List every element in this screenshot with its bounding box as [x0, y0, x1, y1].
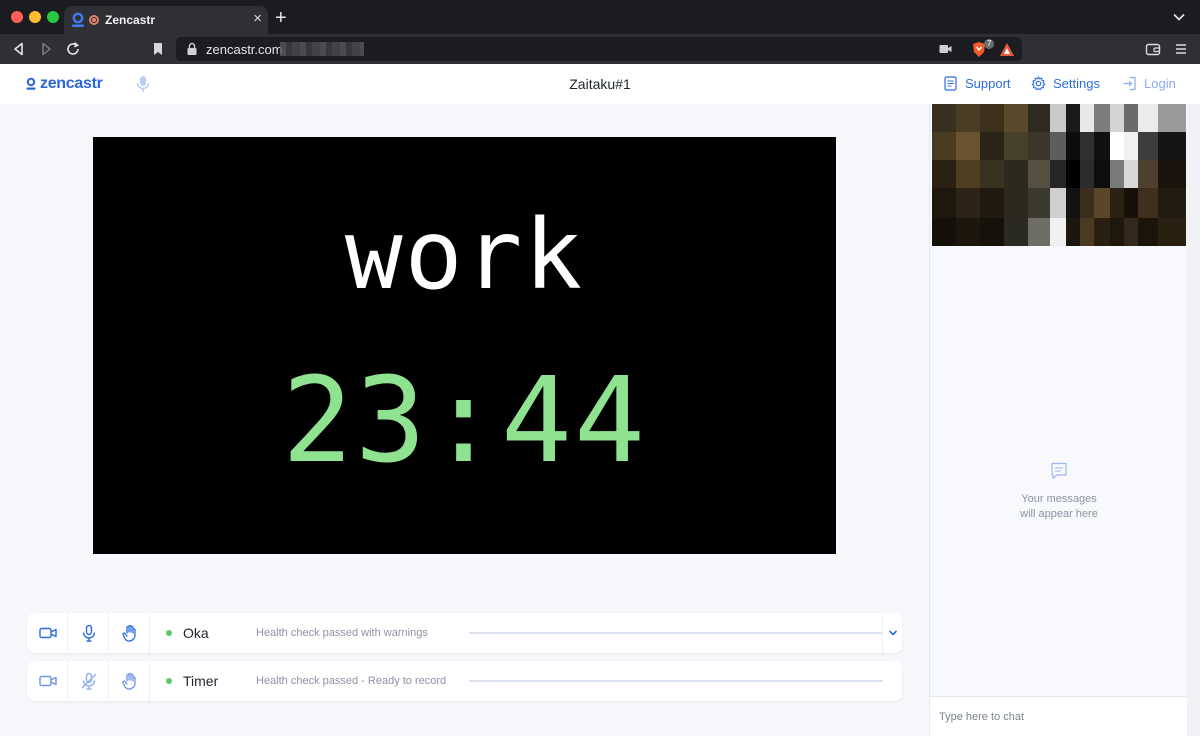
new-tab-button[interactable]: +: [275, 6, 287, 30]
reload-icon[interactable]: [65, 41, 81, 57]
timer-mode-text: work: [344, 199, 585, 311]
back-icon[interactable]: [11, 41, 27, 57]
login-link[interactable]: Login: [1122, 76, 1176, 91]
support-link[interactable]: Support: [943, 76, 1011, 91]
hand-icon: [122, 672, 136, 690]
hand-icon: [122, 624, 136, 642]
zencastr-favicon-icon: [72, 12, 84, 27]
main-video-feed: work 23:44: [93, 137, 836, 554]
participant-expand-button[interactable]: [882, 613, 902, 653]
video-camera-icon: [39, 675, 57, 687]
participant-row: Timer Health check passed - Ready to rec…: [27, 661, 902, 701]
audio-level-meter: [469, 680, 883, 682]
settings-label: Settings: [1053, 76, 1100, 91]
login-label: Login: [1144, 76, 1176, 91]
mic-toggle-button[interactable]: [68, 613, 109, 653]
health-check-status: Health check passed - Ready to record: [256, 675, 447, 687]
participant-row: Oka Health check passed with warnings: [27, 613, 902, 653]
recording-indicator-icon: [89, 15, 99, 25]
timer-countdown-text: 23:44: [281, 351, 648, 489]
participant-camera-thumbnail: [932, 104, 1186, 246]
settings-link[interactable]: Settings: [1031, 76, 1100, 91]
browser-toolbar: zencastr.com 7: [0, 34, 1200, 64]
brave-shields-count: 7: [984, 39, 995, 49]
gear-icon: [1031, 76, 1046, 91]
chevron-down-icon: [888, 630, 898, 636]
tab-title: Zencastr: [105, 13, 156, 27]
browser-tab-zencastr[interactable]: Zencastr ×: [64, 6, 268, 34]
zencastr-page: zencastr Zaitaku#1 Support Settings Logi…: [0, 64, 1200, 736]
participant-name: Oka: [183, 625, 209, 641]
chat-empty-line-2: will appear here: [1020, 508, 1098, 520]
address-bar[interactable]: zencastr.com 7: [176, 37, 1022, 61]
app-header: zencastr Zaitaku#1 Support Settings Logi…: [0, 64, 1200, 104]
close-window-button[interactable]: [11, 11, 23, 23]
browser-titlebar: Zencastr × +: [0, 0, 1200, 34]
chat-message-icon: [1051, 462, 1067, 480]
tab-list-chevron-icon[interactable]: [1172, 10, 1186, 24]
chat-empty-line-1: Your messages: [1021, 493, 1097, 505]
audio-level-meter: [469, 632, 883, 634]
chat-input[interactable]: [930, 696, 1188, 736]
browser-menu-icon[interactable]: [1174, 41, 1188, 57]
url-text: zencastr.com: [206, 42, 283, 57]
url-redacted-path: [280, 42, 364, 56]
forward-icon[interactable]: [38, 41, 54, 57]
wallet-icon[interactable]: [1145, 41, 1161, 57]
lock-icon: [187, 42, 197, 55]
bookmark-icon[interactable]: [150, 41, 166, 57]
tab-close-button[interactable]: ×: [253, 9, 262, 29]
support-label: Support: [965, 76, 1011, 91]
online-status-dot: [166, 630, 172, 636]
session-title: Zaitaku#1: [569, 76, 631, 92]
online-status-dot: [166, 678, 172, 684]
mic-toggle-button[interactable]: [68, 661, 109, 701]
chat-empty-message: Your messages will appear here: [930, 492, 1188, 522]
participant-name: Timer: [183, 673, 219, 689]
login-icon: [1123, 76, 1136, 91]
health-check-status: Health check passed with warnings: [256, 627, 428, 639]
minimize-window-button[interactable]: [29, 11, 41, 23]
video-camera-icon: [39, 627, 57, 639]
camera-toggle-button[interactable]: [27, 661, 68, 701]
microphone-icon: [82, 624, 96, 642]
page-scrollbar[interactable]: [1187, 104, 1200, 736]
microphone-muted-icon: [81, 672, 97, 690]
maximize-window-button[interactable]: [47, 11, 59, 23]
raise-hand-button[interactable]: [109, 613, 150, 653]
support-document-icon: [944, 76, 957, 91]
camera-in-use-icon[interactable]: [939, 43, 952, 55]
camera-toggle-button[interactable]: [27, 613, 68, 653]
chat-sidebar: Your messages will appear here: [929, 104, 1188, 736]
brave-rewards-icon[interactable]: [999, 42, 1015, 57]
raise-hand-button[interactable]: [109, 661, 150, 701]
